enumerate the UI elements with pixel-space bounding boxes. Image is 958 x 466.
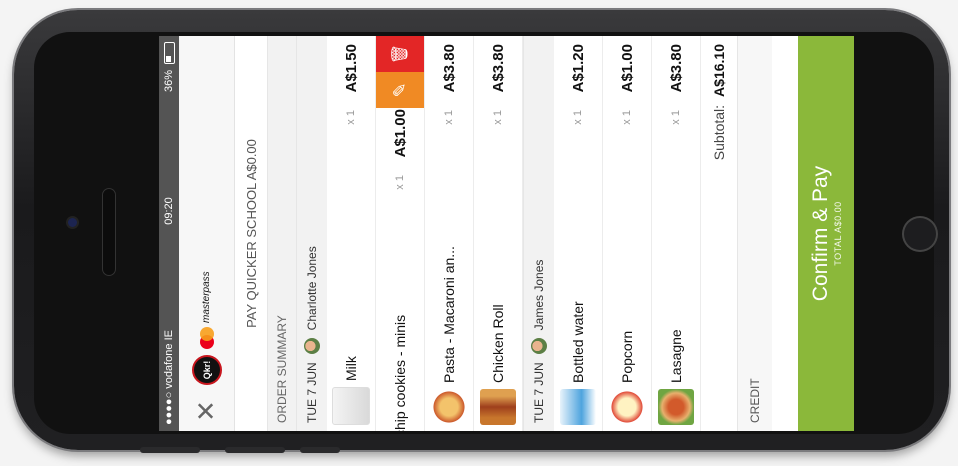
avatar [531, 338, 547, 355]
item-price: A$3.80 [440, 44, 458, 93]
swipe-actions: ✎ 🗑 [376, 36, 424, 108]
group-header: TUE 7 JUN James Jones [523, 36, 554, 431]
front-camera [68, 218, 77, 227]
confirm-pay-label: Confirm & Pay [809, 165, 832, 302]
item-price: A$3.80 [489, 44, 507, 93]
order-summary-title: ORDER SUMMARY [268, 36, 296, 431]
battery-percent: 36% [163, 70, 175, 93]
item-name: Milk [343, 356, 359, 381]
item-name: Chicken Roll [490, 304, 506, 383]
item-price: A$1.50 [342, 44, 360, 93]
app-screen: ●●●●○ vodafone IE 09:20 36% ✕ Qkr! maste… [159, 36, 854, 431]
item-name: Bottled water [570, 301, 586, 383]
phone-frame: ●●●●○ vodafone IE 09:20 36% ✕ Qkr! maste… [14, 10, 949, 450]
pasta-thumbnail [431, 389, 467, 425]
order-date: TUE 7 JUN [532, 362, 546, 423]
item-name: Pasta - Macaroni an... [441, 246, 457, 383]
home-button[interactable] [902, 216, 938, 252]
order-date: TUE 7 JUN [305, 362, 319, 423]
list-item[interactable]: Milk x 1 A$1.50 [327, 36, 376, 431]
masterpass-logo: masterpass [199, 271, 214, 349]
item-name: Popcorn [619, 330, 635, 383]
list-item[interactable]: Bottled water x 1 A$1.20 [554, 36, 603, 431]
swiped-item-content[interactable]: chip cookies - minis x 1 A$1.00 [376, 101, 424, 431]
mute-switch [300, 447, 340, 453]
list-item[interactable]: Lasagne x 1 A$3.80 [652, 36, 701, 431]
list-item[interactable]: Popcorn x 1 A$1.00 [603, 36, 652, 431]
item-qty: x 1 [621, 110, 633, 125]
item-price: A$3.80 [667, 44, 685, 93]
student-name: Charlotte Jones [305, 246, 319, 331]
item-qty: x 1 [345, 110, 357, 125]
list-item-swiped[interactable]: chip cookies - minis x 1 A$1.00 ✎ 🗑 [376, 36, 425, 431]
brand-logos: Qkr! masterpass [191, 271, 222, 385]
item-qty: x 1 [394, 175, 406, 190]
total-label: TOTAL A$0.00 [833, 201, 843, 266]
item-qty: x 1 [492, 110, 504, 125]
status-bar: ●●●●○ vodafone IE 09:20 36% [159, 36, 179, 431]
mastercard-yellow-circle [199, 327, 214, 341]
milk-thumbnail [332, 387, 370, 425]
subtotal-label: Subtotal: [711, 104, 727, 161]
item-name: chip cookies - minis [392, 314, 408, 431]
item-price: A$1.20 [569, 44, 587, 93]
earpiece-speaker [102, 188, 116, 276]
subtotal-row: Subtotal: A$16.10 [701, 36, 737, 431]
status-time: 09:20 [163, 197, 175, 225]
volume-down-button [225, 447, 285, 453]
screen: ●●●●○ vodafone IE 09:20 36% ✕ Qkr! maste… [159, 36, 854, 431]
close-icon[interactable]: ✕ [191, 391, 222, 431]
battery-icon [163, 42, 175, 64]
app-header: ✕ Qkr! masterpass [179, 36, 235, 431]
subtotal-value: A$16.10 [711, 44, 727, 97]
confirm-pay-button[interactable]: Confirm & Pay TOTAL A$0.00 [798, 36, 854, 431]
popcorn-thumbnail [609, 389, 645, 425]
pencil-icon[interactable]: ✎ [376, 72, 424, 108]
item-qty: x 1 [572, 110, 584, 125]
avatar [304, 338, 320, 355]
item-name: Lasagne [668, 329, 684, 383]
list-item[interactable]: Chicken Roll x 1 A$3.80 [474, 36, 523, 431]
trash-icon[interactable]: 🗑 [376, 36, 424, 72]
school-balance: PAY QUICKER SCHOOL A$0.00 [235, 36, 268, 431]
lasagne-thumbnail [658, 389, 694, 425]
water-thumbnail [560, 389, 596, 425]
item-price: A$1.00 [618, 44, 636, 93]
list-item[interactable]: Pasta - Macaroni an... x 1 A$3.80 [425, 36, 474, 431]
item-qty: x 1 [670, 110, 682, 125]
credit-row[interactable]: CREDIT [737, 36, 772, 431]
masterpass-text: masterpass [201, 271, 212, 323]
item-qty: x 1 [443, 110, 455, 125]
status-right: 36% [163, 42, 175, 92]
carrier-label: ●●●●○ vodafone IE [163, 330, 175, 425]
qkr-logo: Qkr! [191, 355, 222, 385]
item-price: A$1.00 [391, 109, 409, 158]
volume-up-button [140, 447, 200, 453]
group-header: TUE 7 JUN Charlotte Jones [296, 36, 327, 431]
chicken-roll-thumbnail [480, 389, 516, 425]
student-name: James Jones [532, 259, 546, 331]
